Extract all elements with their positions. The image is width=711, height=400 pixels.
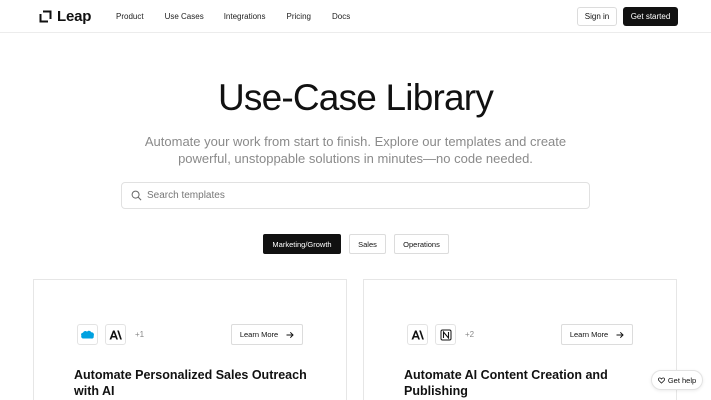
nav-link-docs[interactable]: Docs bbox=[332, 12, 350, 21]
get-help-button[interactable]: Get help bbox=[651, 370, 703, 390]
top-nav: Leap Product Use Cases Integrations Pric… bbox=[0, 0, 711, 33]
leap-logo-icon bbox=[39, 10, 52, 23]
arrow-right-icon bbox=[286, 331, 294, 338]
learn-more-label: Learn More bbox=[239, 330, 279, 339]
use-case-card[interactable]: +1 Learn More Automate Personalized Sale… bbox=[33, 279, 347, 400]
card-title: Automate AI Content Creation and Publish… bbox=[404, 368, 608, 398]
anthropic-icon bbox=[105, 324, 126, 345]
search-input[interactable] bbox=[147, 190, 567, 201]
brand-name: Leap bbox=[57, 8, 92, 25]
tab-sales[interactable]: Sales bbox=[349, 234, 386, 254]
tab-operations[interactable]: Operations bbox=[394, 234, 449, 254]
arrow-right-icon bbox=[616, 331, 624, 338]
nav-link-pricing[interactable]: Pricing bbox=[287, 12, 311, 21]
brand-logo[interactable]: Leap bbox=[39, 8, 91, 25]
sign-in-button[interactable]: Sign in bbox=[577, 7, 617, 26]
learn-more-button[interactable]: Learn More bbox=[561, 324, 633, 345]
nav-links: Product Use Cases Integrations Pricing D… bbox=[116, 12, 350, 21]
tab-marketing-growth[interactable]: Marketing/Growth bbox=[263, 234, 341, 254]
card-title: Automate Personalized Sales Outreach wit… bbox=[74, 368, 307, 398]
extra-integrations-count: +2 bbox=[465, 330, 475, 339]
heart-icon bbox=[657, 376, 665, 384]
learn-more-label: Learn More bbox=[569, 330, 609, 339]
nav-link-integrations[interactable]: Integrations bbox=[224, 12, 266, 21]
search-icon bbox=[131, 190, 142, 201]
use-case-card[interactable]: +2 Learn More Automate AI Content Creati… bbox=[363, 279, 677, 400]
learn-more-button[interactable]: Learn More bbox=[231, 324, 303, 345]
get-help-label: Get help bbox=[667, 375, 697, 385]
get-started-button[interactable]: Get started bbox=[623, 7, 678, 26]
card-integrations: +2 bbox=[407, 324, 474, 345]
card-integrations: +1 bbox=[77, 324, 144, 345]
extra-integrations-count: +1 bbox=[135, 330, 145, 339]
notion-icon bbox=[435, 324, 456, 345]
search-bar bbox=[121, 182, 590, 209]
nav-link-product[interactable]: Product bbox=[116, 12, 144, 21]
nav-link-use-cases[interactable]: Use Cases bbox=[165, 12, 204, 21]
page-subtitle: Automate your work from start to finish.… bbox=[144, 134, 567, 166]
page-title: Use-Case Library bbox=[217, 77, 494, 118]
salesforce-icon bbox=[77, 324, 98, 345]
anthropic-icon bbox=[407, 324, 428, 345]
